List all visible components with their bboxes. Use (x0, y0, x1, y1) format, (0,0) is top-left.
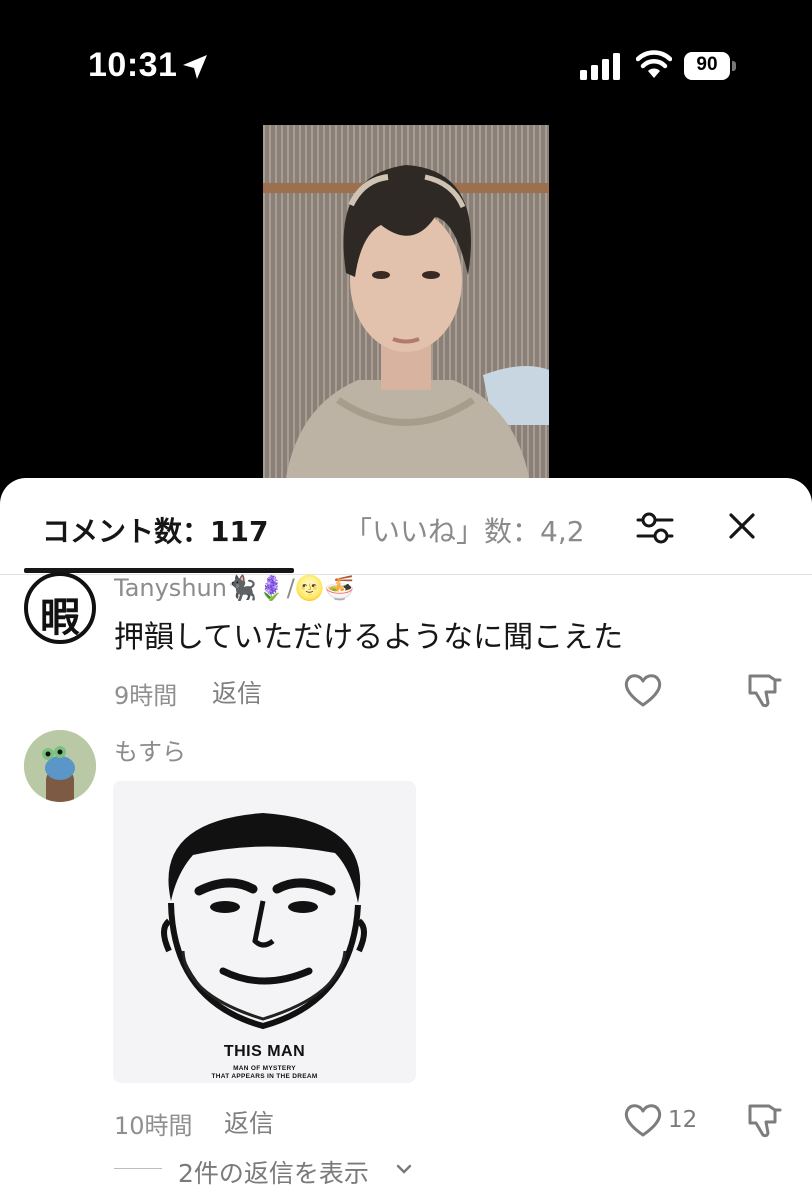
sliders-filter-icon[interactable] (634, 508, 676, 548)
this-man-face-image (113, 781, 416, 1036)
status-time: 10:31 (88, 46, 178, 84)
battery-icon: 90 (684, 52, 736, 80)
view-replies-label: 2件の返信を表示 (178, 1159, 369, 1188)
cartoon-avatar (24, 730, 96, 802)
like-count: 12 (668, 1107, 698, 1133)
chevron-down-icon (396, 1164, 412, 1174)
heart-icon[interactable] (623, 672, 663, 708)
tab-comments[interactable]: コメント数：117 (42, 510, 268, 550)
battery-level: 90 (696, 54, 718, 75)
reply-button[interactable]: 返信 (224, 1104, 274, 1140)
comments-header: コメント数：117 「いいね」数：4,2 (0, 478, 812, 575)
divider-line (114, 1168, 162, 1169)
comment-username[interactable]: Tanyshun🐈‍⬛🪻/🌝🍜 (114, 574, 355, 602)
status-bar: 10:31 90 (0, 0, 812, 130)
signal-bars-icon (580, 53, 620, 80)
view-replies-button[interactable]: 2件の返信を表示 (114, 1154, 424, 1190)
video-thumbnail-person (263, 125, 549, 505)
comment-text: 押韻していただけるようなに聞こえた (114, 620, 624, 655)
close-icon[interactable] (726, 510, 758, 542)
comment-time: 10時間 (114, 1112, 193, 1140)
dislike-icon[interactable] (745, 1100, 783, 1140)
reply-button[interactable]: 返信 (212, 674, 262, 710)
heart-icon[interactable] (623, 1102, 663, 1138)
location-arrow-icon (183, 55, 207, 79)
avatar[interactable] (24, 730, 96, 802)
comment-username[interactable]: もすら (114, 732, 186, 767)
avatar[interactable]: 暇 (24, 572, 96, 644)
comment-time: 9時間 (114, 682, 178, 710)
video-player[interactable] (263, 125, 549, 505)
comments-sheet: コメント数：117 「いいね」数：4,2 暇 Tanyshun🐈‍⬛🪻/🌝🍜 押… (0, 478, 812, 1200)
tab-likes[interactable]: 「いいね」数：4,2 (344, 510, 612, 550)
comment-image[interactable]: THIS MAN MAN OF MYSTERY THAT APPEARS IN … (113, 781, 416, 1083)
poster-title: THIS MAN (223, 1043, 306, 1060)
kanji-hima-avatar: 暇 (40, 595, 80, 641)
poster-subtitle-2: THAT APPEARS IN THE DREAM (211, 1073, 318, 1080)
dislike-icon[interactable] (745, 670, 783, 710)
poster-subtitle-1: MAN OF MYSTERY (233, 1065, 296, 1072)
wifi-icon (636, 50, 672, 78)
